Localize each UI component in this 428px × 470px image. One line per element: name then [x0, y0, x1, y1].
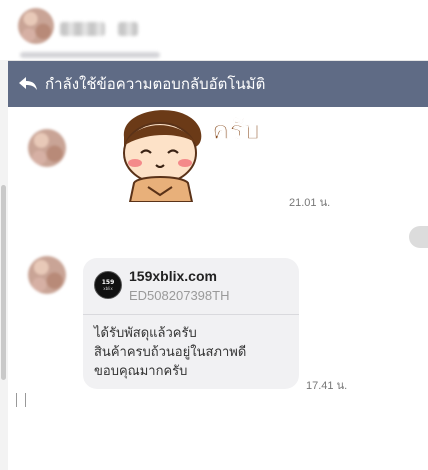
chat-header	[0, 0, 428, 61]
card-title[interactable]: 159xblix.com	[129, 268, 217, 284]
logo-subtext: xblix	[103, 285, 113, 291]
sender-avatar[interactable]	[28, 256, 66, 294]
reply-arrow-icon	[19, 77, 37, 90]
tracking-number: ED508207398TH	[129, 288, 230, 303]
contact-status-blurred	[20, 52, 160, 58]
card-body-line: ขอบคุณมากครับ	[94, 364, 188, 379]
text-cursor	[16, 393, 26, 407]
contact-avatar[interactable]	[18, 8, 54, 44]
card-body-line: สินค้าครบถ้วนอยู่ในสภาพดี	[94, 345, 247, 360]
card-body: ได้รับพัสดุแล้วครับ สินค้าครบถ้วนอยู่ในส…	[94, 324, 246, 381]
date-divider-pill	[409, 226, 428, 248]
store-logo: 159 xblix	[94, 271, 122, 299]
sticker-image[interactable]: ครับ	[108, 107, 288, 202]
contact-name-blurred-2	[118, 22, 138, 36]
shipment-card[interactable]: 159 xblix 159xblix.com ED508207398TH ได้…	[83, 258, 299, 389]
auto-reply-banner: กำลังใช้ข้อความตอบกลับอัตโนมัติ	[8, 61, 428, 107]
contact-name-blurred	[60, 22, 105, 36]
card-divider	[83, 314, 299, 315]
card-body-line: ได้รับพัสดุแล้วครับ	[94, 326, 197, 341]
sender-avatar[interactable]	[28, 129, 66, 167]
auto-reply-banner-text: กำลังใช้ข้อความตอบกลับอัตโนมัติ	[45, 75, 266, 93]
scrollbar[interactable]	[1, 185, 6, 380]
message-time: 21.01 น.	[289, 197, 331, 209]
sticker-text: ครับ	[212, 116, 260, 146]
message-time: 17.41 น.	[306, 380, 348, 392]
